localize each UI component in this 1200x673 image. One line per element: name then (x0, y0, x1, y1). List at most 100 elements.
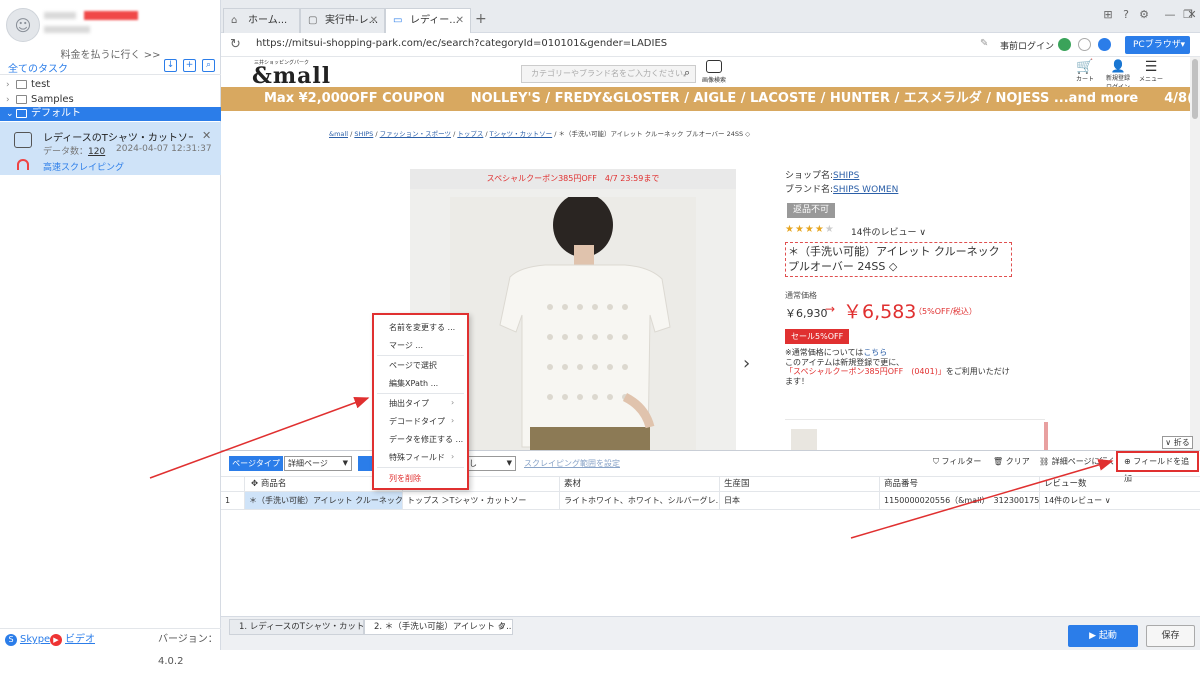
new-tab-icon[interactable]: + (475, 11, 487, 27)
reload-icon[interactable]: ↻ (230, 37, 241, 52)
rating-stars: ★★★★★ (785, 224, 835, 235)
site-search-input[interactable]: カテゴリーやブランド名をご入力ください。 (521, 65, 696, 83)
chevron-right-icon: › (451, 416, 455, 425)
import-icon[interactable]: ↓ (164, 59, 177, 72)
search-icon[interactable]: ⌕ (684, 66, 690, 80)
skype-icon[interactable]: S (5, 634, 17, 646)
tab-home[interactable]: ⌂ ホーム... (223, 8, 300, 33)
video-icon[interactable]: ▶ (50, 634, 62, 646)
table-cell[interactable]: ライトホワイト、ホワイト、シルバーグレ... (560, 492, 720, 509)
scrollbar-thumb[interactable] (1192, 59, 1198, 119)
cart-button[interactable]: 🛒 カート (1074, 60, 1096, 83)
address-bar: ↻ https://mitsui-shopping-park.com/ec/se… (221, 33, 1200, 57)
plus-circle-icon: ⊕ (1124, 457, 1134, 466)
table-cell[interactable]: 14件のレビュー ∨ (1040, 492, 1200, 509)
pc-browser-button[interactable]: PCブラウザ ▾ (1125, 36, 1190, 54)
webpage-scrollbar[interactable] (1190, 57, 1200, 450)
table-cell[interactable]: トップス ＞Tシャツ・カットソー (403, 492, 560, 509)
column-header[interactable]: レビュー数 (1040, 477, 1200, 491)
thumbnail[interactable] (791, 429, 817, 450)
site-logo[interactable]: &mall (252, 63, 331, 89)
chevron-right-icon[interactable]: › (743, 353, 750, 374)
extension-icon[interactable] (1058, 38, 1071, 51)
url-input[interactable]: https://mitsui-shopping-park.com/ec/sear… (256, 38, 667, 49)
search-task-icon[interactable]: ⌕ (202, 59, 215, 72)
tree-item-default[interactable]: ⌄ デフォルト (0, 107, 221, 121)
table-cell[interactable]: 1150000020556（&mall） 312300175（シ... (880, 492, 1040, 509)
chevron-down-icon: ▾ (1180, 40, 1185, 50)
scrape-range-link[interactable]: スクレイピング範囲を設定 (524, 458, 620, 469)
redacted-username (44, 12, 76, 19)
row-num-header (221, 477, 245, 491)
table-cell[interactable]: 日本 (720, 492, 880, 509)
close-icon[interactable]: ✕ (370, 9, 378, 33)
bottom-tab-list[interactable]: 1. レディースのTシャツ・カット... (229, 619, 364, 635)
fold-button[interactable]: ∨ 折る (1162, 436, 1193, 449)
menu-item-merge[interactable]: マージ ... (389, 340, 423, 351)
person-icon: 👤 (1110, 59, 1126, 73)
page-type-select[interactable]: 詳細ページ ▼ (284, 456, 352, 471)
add-task-icon[interactable]: + (183, 59, 196, 72)
regular-price-label: 通常価格 (785, 291, 817, 300)
sidebar-footer: S Skype ▶ ビデオ バージョン：4.0.2 (0, 628, 221, 667)
task-item[interactable]: レディースのTシャツ・カットソー通販 | &... ✕ データ数：120 202… (0, 122, 221, 175)
save-button[interactable]: 保存 (1146, 625, 1195, 647)
redacted-userid (44, 26, 90, 33)
close-icon[interactable]: ✕ (202, 129, 211, 142)
column-header[interactable]: 商品番号 (880, 477, 1040, 491)
tree-item-test[interactable]: › test (0, 78, 221, 92)
bottom-tab-detail[interactable]: 2. ＊（手洗い可能）アイレット ク... ⊗ (364, 619, 513, 635)
column-header[interactable]: 生産国 (720, 477, 880, 491)
close-window-icon[interactable]: ✕ (1185, 8, 1199, 22)
proxy-icon[interactable] (1098, 38, 1111, 51)
image-search-button[interactable]: 画像検索 (701, 60, 727, 84)
menu-item-decode-type[interactable]: デコードタイプ › (389, 416, 454, 427)
menu-item-select-in-page[interactable]: ページで選択 (389, 360, 437, 371)
secondary-type-button[interactable] (358, 456, 373, 471)
home-icon: ⌂ (231, 15, 238, 26)
reviews-toggle[interactable]: 14件のレビュー ∨ (851, 225, 926, 238)
secondary-select[interactable]: し ▼ (466, 456, 516, 471)
column-header[interactable]: 素材 (560, 477, 720, 491)
breadcrumb: &mall / SHIPS / ファッション・スポーツ / トップス / Tシャ… (329, 130, 751, 138)
page-type-button[interactable]: ページタイプ (229, 456, 283, 471)
menu-item-rename[interactable]: 名前を変更する ... (389, 322, 455, 333)
tasks-header: 全てのタスク ↓ + ⌕ (0, 58, 221, 75)
webpage: 三井ショッピングパーク &mall カテゴリーやブランド名をご入力ください。 ⌕… (221, 57, 1190, 450)
gift-icon[interactable]: ⊞ (1101, 8, 1115, 22)
video-link[interactable]: ビデオ (65, 629, 95, 651)
tab-running[interactable]: ▢ 実行中-レ... ✕ (300, 8, 385, 33)
edit-icon[interactable]: ✎ (980, 38, 988, 49)
menu-item-delete-column[interactable]: 列を削除 (389, 473, 421, 484)
table-cell[interactable]: ＊（手洗い可能）アイレット クルーネック ... (245, 492, 403, 509)
price-note-link[interactable]: こちら (863, 348, 887, 357)
close-icon[interactable]: ⊗ (498, 620, 508, 631)
thumbnail-marker (1044, 422, 1048, 450)
run-button[interactable]: ▶ 起動 (1068, 625, 1138, 647)
menu-item-special-field[interactable]: 特殊フィールド › (389, 452, 454, 463)
price-arrow-icon: → (825, 302, 836, 316)
non-returnable-badge: 返品不可 (787, 203, 836, 218)
minimize-icon[interactable]: — (1163, 8, 1177, 22)
clear-button[interactable]: 🗑 クリア (993, 456, 1030, 467)
prelogin-button[interactable]: 事前ログイン (1000, 39, 1054, 52)
camera-icon (706, 60, 722, 73)
menu-item-edit-xpath[interactable]: 編集XPath ... (389, 378, 438, 389)
tab-ladies[interactable]: ▭ レディー... ✕ (385, 8, 471, 33)
tree-item-samples[interactable]: › Samples (0, 93, 221, 107)
menu-item-modify-data[interactable]: データを修正する ... (389, 434, 463, 445)
all-tasks-link[interactable]: 全てのタスク (8, 60, 68, 75)
help-icon[interactable]: ? (1119, 8, 1133, 22)
close-icon[interactable]: ✕ (456, 9, 464, 33)
skype-link[interactable]: Skype (20, 629, 50, 651)
product-title: ＊（手洗い可能）アイレット クルーネック プルオーバー 24SS ◇ (785, 242, 1012, 277)
menu-item-extract-type[interactable]: 抽出タイプ › (389, 398, 454, 409)
settings-icon[interactable]: ⚙ (1137, 8, 1151, 22)
avatar[interactable]: ☺ (6, 8, 40, 42)
coupon-banner[interactable]: Max ¥2,000OFF COUPON NOLLEY'S / FREDY&GL… (221, 87, 1190, 111)
add-field-button[interactable]: ⊕ フィールドを追加 (1116, 451, 1199, 483)
ad-block-icon[interactable] (1078, 38, 1091, 51)
filter-button[interactable]: ⛉ フィルター (933, 456, 981, 467)
table-row[interactable]: 1 ＊（手洗い可能）アイレット クルーネック ... トップス ＞Tシャツ・カッ… (221, 492, 1200, 510)
menu-button[interactable]: ☰ メニュー (1139, 60, 1163, 83)
